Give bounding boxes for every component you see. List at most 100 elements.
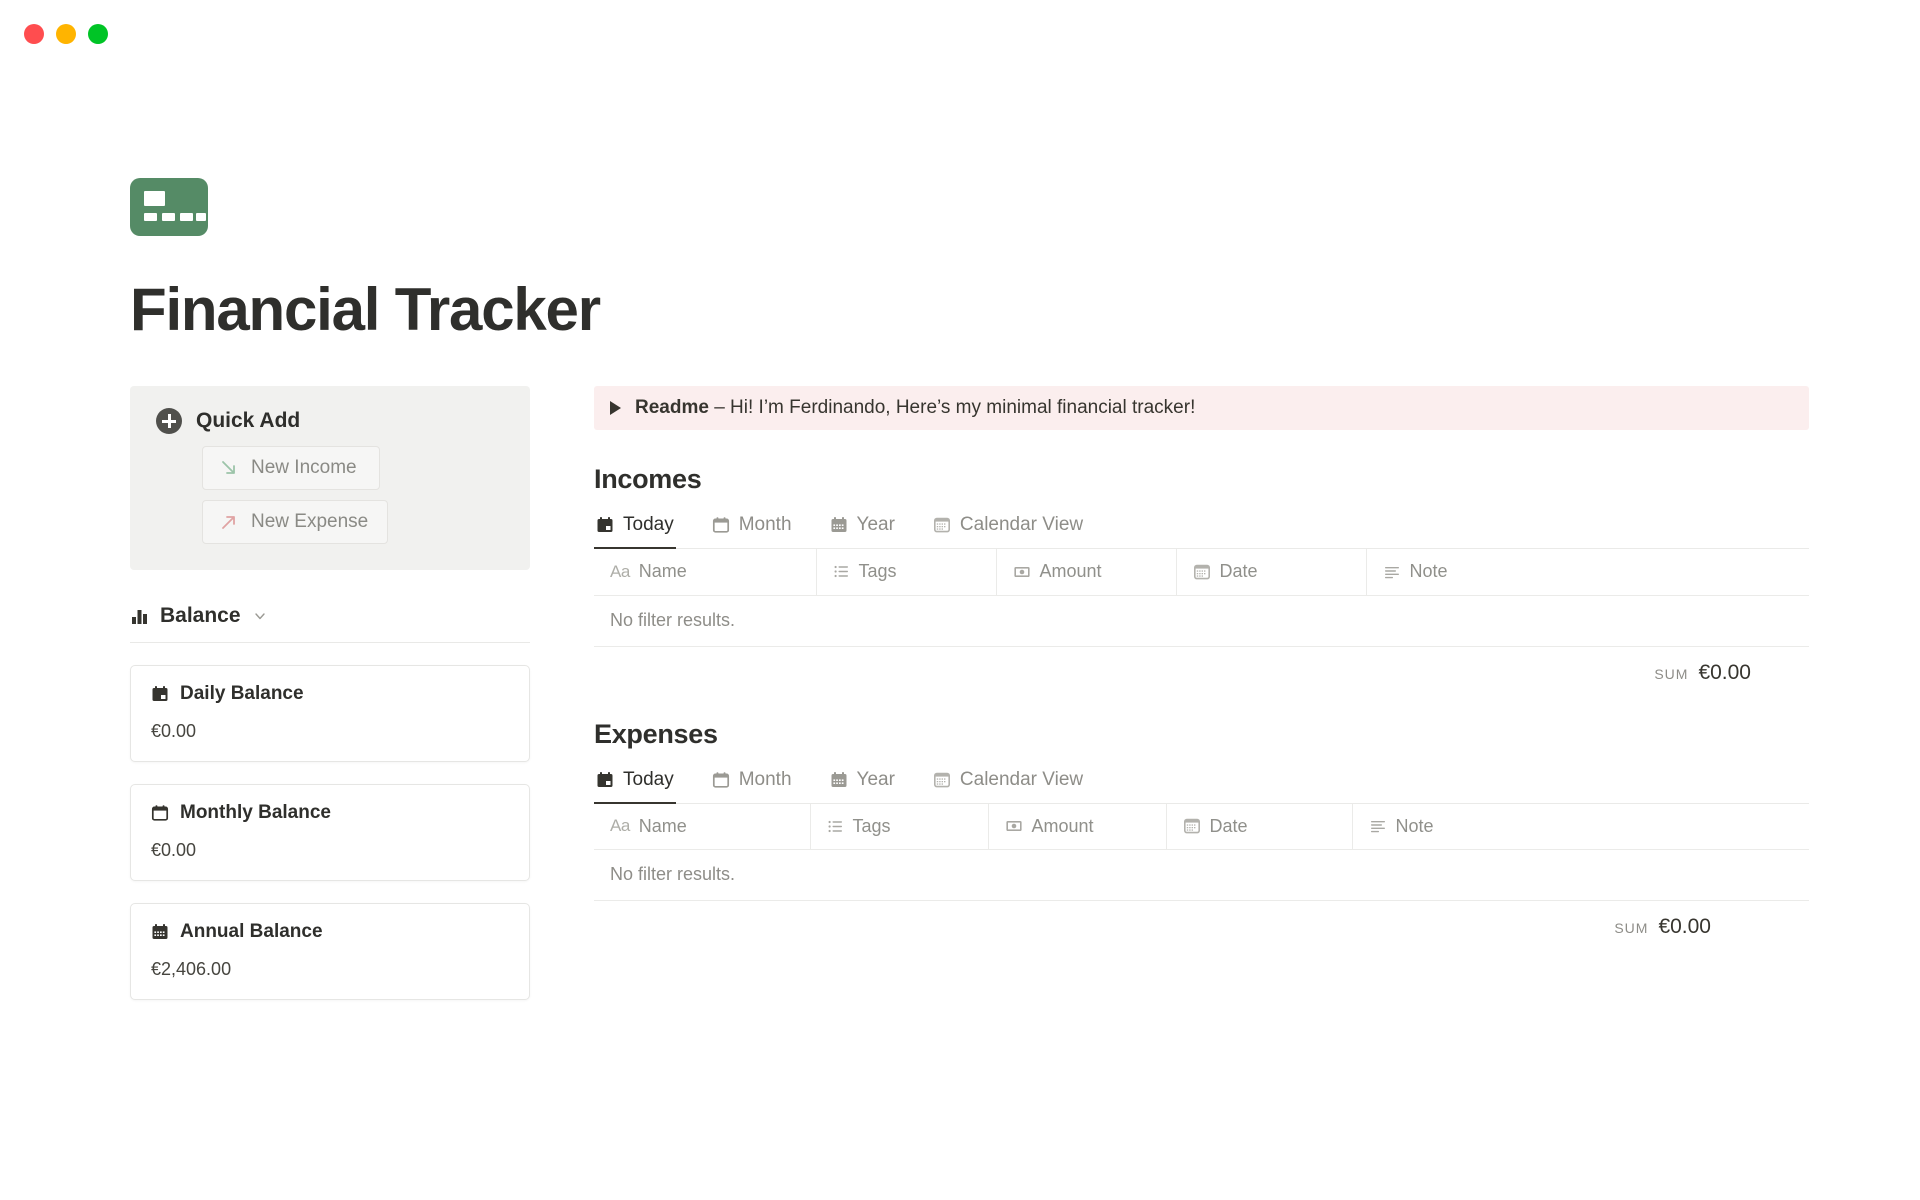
arrow-up-right-icon (222, 516, 235, 529)
incomes-sum-value: €0.00 (1698, 660, 1751, 684)
tab-incomes-calendar-view-label: Calendar View (959, 514, 1084, 535)
calendar-year-icon (831, 771, 847, 787)
incomes-col-name[interactable]: Aa Name (594, 549, 817, 596)
incomes-col-date-label: Date (1219, 561, 1258, 582)
annual-balance-label: Annual Balance (180, 921, 323, 942)
calendar-view-icon (933, 772, 950, 787)
credit-card-dash (144, 213, 157, 221)
balance-section-header[interactable]: Balance (130, 604, 530, 642)
incomes-sum-row[interactable]: SUM €0.00 (594, 647, 1809, 685)
expenses-tabs: Today Month Year Calendar View (594, 766, 1809, 804)
quick-add-label: Quick Add (196, 409, 301, 432)
expenses-table: Aa Name Tags Amount Date Note No filter … (594, 803, 1809, 901)
incomes-col-note[interactable]: Note (1366, 549, 1809, 596)
right-column: Readme – Hi! I’m Ferdinando, Here’s my m… (594, 386, 1820, 939)
expenses-title: Expenses (594, 718, 718, 749)
expenses-col-tags[interactable]: Tags (810, 803, 989, 850)
expenses-col-amount[interactable]: Amount (988, 803, 1167, 850)
incomes-col-tags-label: Tags (858, 561, 897, 582)
tab-incomes-calendar-view[interactable]: Calendar View (931, 511, 1085, 549)
daily-balance-card[interactable]: Daily Balance €0.00 (130, 665, 530, 762)
list-icon (834, 566, 848, 578)
calendar-year-icon (152, 924, 168, 939)
tab-incomes-month[interactable]: Month (710, 511, 794, 549)
expenses-sum-row[interactable]: SUM €0.00 (594, 901, 1809, 939)
text-lines-icon (1384, 566, 1399, 579)
expenses-col-name-label: Name (638, 815, 687, 836)
readme-text: Readme – Hi! I’m Ferdinando, Here’s my m… (635, 397, 1195, 419)
credit-card-chip (144, 191, 165, 206)
expenses-col-tags-label: Tags (852, 815, 891, 836)
annual-balance-value: €2,406.00 (151, 959, 232, 979)
text-aa-icon: Aa (610, 816, 630, 836)
readme-body: – Hi! I’m Ferdinando, Here’s my minimal … (708, 397, 1196, 418)
calendar-month-icon (151, 805, 169, 821)
incomes-table: Aa Name Tags Amount Date Note No filter … (594, 549, 1809, 647)
balance-divider (130, 642, 530, 643)
incomes-col-amount[interactable]: Amount (996, 549, 1177, 596)
expenses-col-amount-label: Amount (1031, 815, 1094, 836)
monthly-balance-value: €0.00 (151, 840, 197, 860)
tab-incomes-year[interactable]: Year (828, 511, 897, 549)
readme-callout[interactable]: Readme – Hi! I’m Ferdinando, Here’s my m… (594, 386, 1809, 430)
list-icon (828, 820, 842, 832)
incomes-col-amount-label: Amount (1039, 561, 1102, 582)
incomes-col-name-label: Name (638, 561, 687, 582)
tab-expenses-year[interactable]: Year (828, 766, 897, 804)
calendar-today-icon (152, 686, 168, 701)
quick-add-panel: Quick Add New Income New Expense (130, 386, 530, 570)
bar-chart-icon (132, 610, 147, 624)
triangle-right-icon[interactable] (610, 401, 621, 415)
incomes-col-note-label: Note (1409, 561, 1448, 582)
incomes-tabs: Today Month Year Calendar View (594, 511, 1809, 549)
banknote-icon (1005, 821, 1022, 832)
expenses-col-note[interactable]: Note (1352, 803, 1809, 850)
new-income-button[interactable]: New Income (202, 446, 380, 490)
calendar-today-icon (597, 517, 613, 532)
tab-expenses-calendar-view[interactable]: Calendar View (931, 766, 1085, 804)
expenses-table-header-row: Aa Name Tags Amount Date Note (594, 803, 1809, 850)
calendar-year-icon (831, 517, 847, 532)
expenses-col-date-label: Date (1209, 815, 1248, 836)
expenses-empty-row: No filter results. (594, 849, 1809, 901)
page-title: Financial Tracker (130, 276, 601, 343)
incomes-empty-message: No filter results. (594, 595, 1809, 647)
expenses-empty-message: No filter results. (594, 849, 1809, 901)
calendar-month-icon (712, 771, 729, 788)
annual-balance-title-row: Annual Balance (151, 921, 509, 943)
quick-add-header: Quick Add (156, 408, 504, 434)
tab-incomes-today-label: Today (623, 514, 674, 535)
incomes-empty-row: No filter results. (594, 595, 1809, 647)
incomes-col-tags[interactable]: Tags (816, 549, 997, 596)
calendar-view-icon (933, 517, 950, 533)
monthly-balance-label: Monthly Balance (180, 802, 331, 823)
new-income-label: New Income (251, 457, 357, 478)
tab-expenses-today[interactable]: Today (594, 766, 676, 804)
tab-expenses-today-label: Today (623, 768, 674, 790)
readme-bold-label: Readme (635, 397, 709, 418)
monthly-balance-card[interactable]: Monthly Balance €0.00 (130, 784, 530, 881)
expenses-sum-value: €0.00 (1658, 915, 1711, 938)
chevron-down-icon[interactable] (253, 609, 267, 623)
expenses-col-name[interactable]: Aa Name (594, 803, 811, 850)
expenses-col-date[interactable]: Date (1166, 803, 1353, 850)
expenses-col-note-label: Note (1395, 815, 1434, 836)
annual-balance-card[interactable]: Annual Balance €2,406.00 (130, 903, 530, 1000)
daily-balance-title-row: Daily Balance (151, 683, 509, 705)
calendar-view-icon (1193, 564, 1210, 580)
new-expense-label: New Expense (251, 511, 369, 532)
credit-card-dash (180, 213, 193, 221)
tab-incomes-today[interactable]: Today (594, 511, 676, 549)
credit-card-icon[interactable] (130, 178, 208, 236)
daily-balance-label: Daily Balance (180, 683, 304, 704)
plus-circle-icon (156, 408, 182, 434)
new-expense-button[interactable]: New Expense (202, 500, 388, 544)
tab-expenses-calendar-view-label: Calendar View (959, 768, 1084, 790)
incomes-table-header-row: Aa Name Tags Amount Date Note (594, 549, 1809, 596)
text-aa-icon: Aa (610, 561, 630, 581)
incomes-col-date[interactable]: Date (1176, 549, 1367, 596)
tab-expenses-month[interactable]: Month (710, 766, 794, 804)
expenses-sum-label: SUM (1614, 920, 1649, 936)
arrow-down-right-icon (222, 461, 235, 474)
left-column: Quick Add New Income New Expense Balance… (130, 386, 530, 1000)
